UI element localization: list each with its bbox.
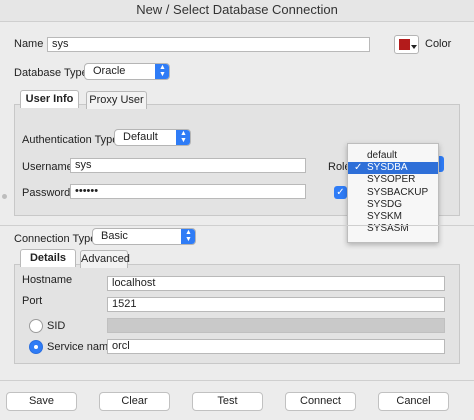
save-button[interactable]: Save bbox=[6, 392, 77, 411]
color-swatch-button[interactable] bbox=[394, 35, 419, 54]
authentication-type-select[interactable]: Default ▲ ▼ bbox=[114, 129, 191, 146]
authentication-type-value: Default bbox=[123, 131, 158, 143]
database-type-select[interactable]: Oracle ▲ ▼ bbox=[84, 63, 170, 80]
password-field[interactable]: •••••• bbox=[70, 184, 306, 199]
database-type-label: Database Type bbox=[14, 67, 88, 79]
role-option-default[interactable]: default bbox=[348, 150, 438, 162]
checkmark-icon: ✓ bbox=[336, 187, 345, 198]
window-title: New / Select Database Connection bbox=[136, 2, 338, 17]
color-swatch bbox=[399, 39, 410, 50]
database-type-value: Oracle bbox=[93, 65, 126, 77]
cancel-button[interactable]: Cancel bbox=[378, 392, 449, 411]
connection-type-select[interactable]: Basic ▲ ▼ bbox=[92, 228, 196, 245]
port-label: Port bbox=[22, 295, 43, 307]
service-name-field[interactable]: orcl bbox=[107, 339, 445, 354]
select-arrows-icon: ▲ ▼ bbox=[155, 64, 169, 79]
password-label: Password bbox=[22, 187, 71, 199]
name-label: Name bbox=[14, 38, 44, 50]
checkmark-icon: ✓ bbox=[354, 162, 363, 174]
sid-radio[interactable] bbox=[29, 319, 43, 333]
role-option-sysoper[interactable]: SYSOPER bbox=[348, 174, 438, 186]
name-field[interactable]: sys bbox=[47, 37, 370, 52]
role-option-sysdg[interactable]: SYSDG bbox=[348, 199, 438, 211]
port-field[interactable]: 1521 bbox=[107, 297, 445, 312]
swatch-chevron-icon bbox=[411, 45, 417, 49]
window-title-bar[interactable]: New / Select Database Connection bbox=[0, 0, 474, 22]
clear-button[interactable]: Clear bbox=[99, 392, 170, 411]
role-option-sysbackup[interactable]: SYSBACKUP bbox=[348, 187, 438, 199]
tab-details[interactable]: Details bbox=[20, 249, 76, 267]
connect-button[interactable]: Connect bbox=[285, 392, 356, 411]
save-password-checkbox[interactable]: ✓ bbox=[334, 186, 347, 199]
hostname-label: Hostname bbox=[22, 274, 73, 286]
connection-type-label: Connection Type bbox=[14, 233, 97, 245]
role-option-syskm[interactable]: SYSKM bbox=[348, 211, 438, 223]
hostname-field[interactable]: localhost bbox=[107, 276, 445, 291]
role-option-sysdba[interactable]: ✓ SYSDBA bbox=[348, 162, 438, 175]
tab-advanced[interactable]: Advanced bbox=[80, 250, 130, 268]
section-divider bbox=[0, 225, 474, 226]
authentication-type-label: Authentication Type bbox=[22, 134, 119, 146]
footer-divider bbox=[0, 380, 474, 381]
color-label: Color bbox=[425, 38, 452, 50]
role-dropdown-menu[interactable]: default ✓ SYSDBA SYSOPER SYSBACKUP SYSDG… bbox=[347, 143, 439, 243]
divider-handle[interactable] bbox=[2, 194, 7, 199]
sid-label: SID bbox=[47, 320, 66, 332]
select-arrows-icon: ▲ ▼ bbox=[176, 130, 190, 145]
tab-proxy-user[interactable]: Proxy User bbox=[86, 91, 147, 109]
service-name-label: Service name bbox=[47, 341, 115, 353]
username-field[interactable]: sys bbox=[70, 158, 306, 173]
test-button[interactable]: Test bbox=[192, 392, 263, 411]
role-option-label: SYSDBA bbox=[367, 162, 408, 174]
sid-field[interactable] bbox=[107, 318, 445, 333]
tab-user-info[interactable]: User Info bbox=[20, 90, 79, 108]
connection-type-value: Basic bbox=[101, 230, 128, 242]
service-name-radio[interactable] bbox=[29, 340, 43, 354]
username-label: Username bbox=[22, 161, 73, 173]
select-arrows-icon: ▲ ▼ bbox=[181, 229, 195, 244]
